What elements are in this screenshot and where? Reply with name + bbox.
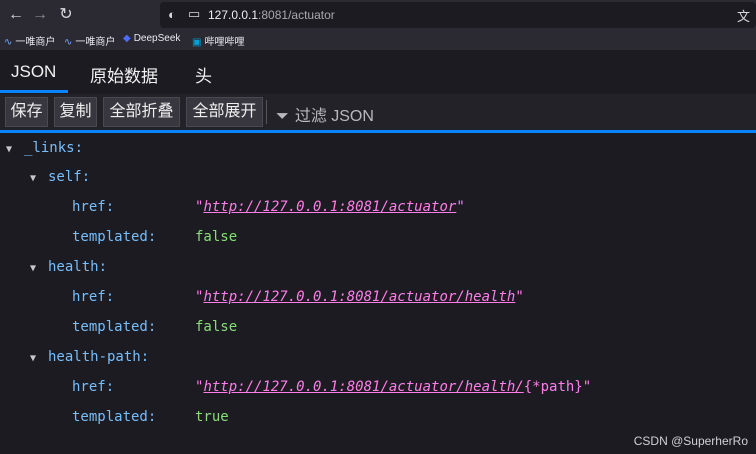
tree-row-templated: templated: (72, 227, 156, 247)
bilibili-icon: ▣ (192, 37, 202, 48)
address-bar[interactable]: ◐ ▭ 127.0.0.1:8081/actuator 文 (160, 2, 756, 28)
value-templated: true (195, 409, 229, 425)
site-info-icon[interactable]: ◐ (168, 7, 176, 22)
tab-headers[interactable]: 头 (195, 62, 212, 87)
toolbar-border (0, 130, 756, 133)
browser-chrome: ← → ↻ ◐ ▭ 127.0.0.1:8081/actuator 文 ∿ 一唯商… (0, 0, 756, 50)
tree-row-templated: templated: (72, 407, 156, 427)
collapse-triangle-icon[interactable]: ▼ (6, 140, 18, 160)
json-toolbar: 保存 复制 全部折叠 全部展开 ⏷ 过滤 JSON (0, 94, 756, 130)
expand-all-button[interactable]: 全部展开 (186, 97, 263, 127)
tab-json[interactable]: JSON (11, 62, 56, 82)
bookmark-item[interactable]: ∿ 一唯商户 (4, 33, 55, 48)
tree-row-href: href: (72, 377, 114, 397)
back-icon[interactable]: ← (6, 5, 26, 25)
tree-value-href: "http://127.0.0.1:8081/actuator/health" (195, 289, 524, 305)
key-templated: templated: (72, 319, 157, 335)
tree-row-self[interactable]: ▼ self: (30, 167, 90, 187)
viewer-tabs: JSON 原始数据 头 (0, 56, 756, 92)
value-templated: false (195, 229, 238, 245)
reload-icon[interactable]: ↻ (56, 5, 76, 25)
tab-raw-data[interactable]: 原始数据 (90, 62, 158, 87)
key-self: self: (48, 169, 91, 185)
bookmarks-bar: ∿ 一唯商户 ∿ 一唯商户 ◆ DeepSeek ▣ 哔哩哔哩 (0, 30, 756, 50)
key-templated: templated: (72, 229, 157, 245)
key-href: href: (72, 289, 115, 305)
page-icon: ▭ (188, 6, 201, 21)
tree-value-templated: false (195, 227, 237, 247)
bookmark-deepseek[interactable]: ◆ DeepSeek (123, 33, 180, 44)
tree-value-href: "http://127.0.0.1:8081/actuator" (195, 199, 465, 215)
filter-icon: ⏷ (276, 108, 289, 125)
bookmark-logo-icon: ∿ (4, 37, 13, 48)
href-suffix: {*path} (523, 379, 583, 395)
key-health-path: health-path: (48, 349, 150, 365)
tree-row-health-path[interactable]: ▼ health-path: (30, 347, 149, 367)
bookmark-bilibili[interactable]: ▣ 哔哩哔哩 (192, 33, 244, 48)
key-templated: templated: (72, 409, 157, 425)
tree-row-href: href: (72, 197, 114, 217)
key-href: href: (72, 379, 115, 395)
copy-button[interactable]: 复制 (54, 97, 97, 127)
collapse-all-button[interactable]: 全部折叠 (103, 97, 180, 127)
active-tab-indicator (0, 90, 68, 93)
collapse-triangle-icon[interactable]: ▼ (30, 349, 42, 369)
translate-icon[interactable]: 文 (737, 6, 750, 25)
tree-row-href: href: (72, 287, 114, 307)
url-text: 127.0.0.1:8081/actuator (208, 8, 335, 22)
tree-row-links[interactable]: ▼ _links: (6, 138, 83, 158)
key-href: href: (72, 199, 115, 215)
toolbar-divider (266, 100, 267, 124)
value-templated: false (195, 319, 238, 335)
forward-icon[interactable]: → (30, 5, 50, 25)
nav-row: ← → ↻ ◐ ▭ 127.0.0.1:8081/actuator 文 (0, 0, 756, 30)
bookmark-item[interactable]: ∿ 一唯商户 (64, 33, 115, 48)
tree-row-health[interactable]: ▼ health: (30, 257, 107, 277)
href-link[interactable]: http://127.0.0.1:8081/actuator/health/ (203, 379, 523, 395)
href-link[interactable]: http://127.0.0.1:8081/actuator (203, 199, 456, 215)
key-health: health: (48, 259, 108, 275)
deepseek-icon: ◆ (123, 33, 131, 44)
save-button[interactable]: 保存 (5, 97, 48, 127)
bookmark-logo-icon: ∿ (64, 37, 73, 48)
collapse-triangle-icon[interactable]: ▼ (30, 169, 42, 189)
key-links: _links: (24, 140, 84, 156)
href-link[interactable]: http://127.0.0.1:8081/actuator/health (203, 289, 515, 305)
collapse-triangle-icon[interactable]: ▼ (30, 259, 42, 279)
tree-value-templated: false (195, 317, 237, 337)
watermark: CSDN @SuperherRo (633, 434, 748, 448)
tree-row-templated: templated: (72, 317, 156, 337)
tree-value-templated: true (195, 407, 229, 427)
tree-value-href: "http://127.0.0.1:8081/actuator/health/{… (195, 379, 592, 395)
filter-json-input[interactable]: ⏷ 过滤 JSON (276, 102, 374, 126)
